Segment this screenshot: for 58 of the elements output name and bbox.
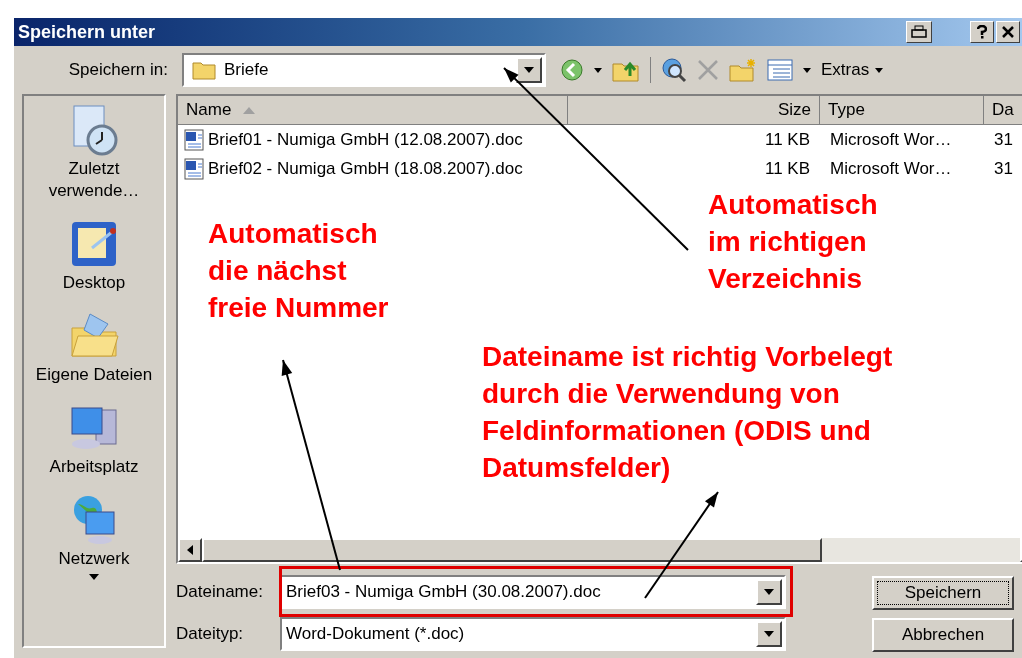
table-cell-text: 11 KB [764,128,810,151]
caret-icon [524,67,534,73]
view-menu-icon[interactable] [767,59,793,81]
close-icon [1002,26,1014,38]
caret-icon [764,589,774,595]
save-in-label: Speichern in: [67,59,169,82]
left-arrow-icon [187,545,193,555]
help-button[interactable] [970,21,994,43]
annotation-text: Dateiname ist richtig Vorbelegt durch die Verwendung von Feldinformationen (ODIS und Datumsfelder) [482,340,893,485]
table-cell-text: 31 [994,157,1013,180]
table-cell-text: 11 KB [764,157,810,180]
annotation-text: Automatisch die nächst freie Nummer [208,217,389,325]
close-button[interactable] [996,21,1020,43]
help-icon [977,25,987,39]
folder-dropdown[interactable]: Briefe [182,53,546,87]
sort-ascending-icon [243,106,256,114]
print-button[interactable] [906,21,932,43]
table-cell-text: Brief01 - Numiga GmbH (12.08.2007).doc [208,128,523,151]
folder-name: Briefe [224,59,270,82]
filetype-dropdown[interactable]: Word-Dokument (*.doc) [280,617,786,651]
word-document-icon [184,157,204,180]
annotation-text: Automatisch im richtigen Verzeichnis [708,188,878,296]
window-title: Speichern unter [18,20,157,44]
dropdown-button[interactable] [756,621,782,647]
dialog-button[interactable]: Abbrechen [872,618,1014,652]
caret-icon[interactable] [594,67,602,73]
dropdown-button[interactable] [516,57,542,83]
field-label: Dateiname: [176,581,264,604]
table-cell-text: Microsoft Wor… [830,128,952,151]
scroll-down-icon[interactable] [89,574,99,580]
column-header[interactable]: Name [178,96,568,125]
caret-icon [764,631,774,637]
place-item[interactable]: Eigene Dateien [24,308,164,386]
table-cell-text: 31 [994,128,1013,151]
place-item[interactable]: Netzwerk [24,492,164,570]
caret-icon[interactable] [803,67,811,73]
caret-icon [875,67,884,73]
web-search-icon[interactable] [661,57,687,83]
table-cell-text: Microsoft Wor… [830,157,952,180]
scroll-left-button[interactable] [178,538,202,562]
column-header[interactable]: Type [820,96,984,125]
column-header[interactable]: Da [984,96,1022,125]
back-icon[interactable] [560,58,584,82]
field-label: Dateityp: [176,623,245,646]
horizontal-scrollbar[interactable] [178,538,1022,562]
place-item[interactable]: Arbeitsplatz [24,400,164,478]
scroll-thumb[interactable] [202,538,822,562]
dropdown-button[interactable] [756,579,782,605]
table-cell-text: Brief02 - Numiga GmbH (18.08.2007).doc [208,157,523,180]
place-item[interactable]: Zuletzt verwende… [24,102,164,202]
folder-icon [192,60,216,80]
printer-icon [911,25,927,39]
place-item[interactable]: Desktop [24,216,164,294]
dialog-button[interactable]: Speichern [872,576,1014,610]
tools-menu[interactable]: Extras [821,57,884,83]
word-document-icon [184,128,204,151]
filename-field[interactable]: Brief03 - Numiga GmbH (30.08.2007).doc [280,575,786,609]
column-header[interactable]: Size [568,96,820,125]
